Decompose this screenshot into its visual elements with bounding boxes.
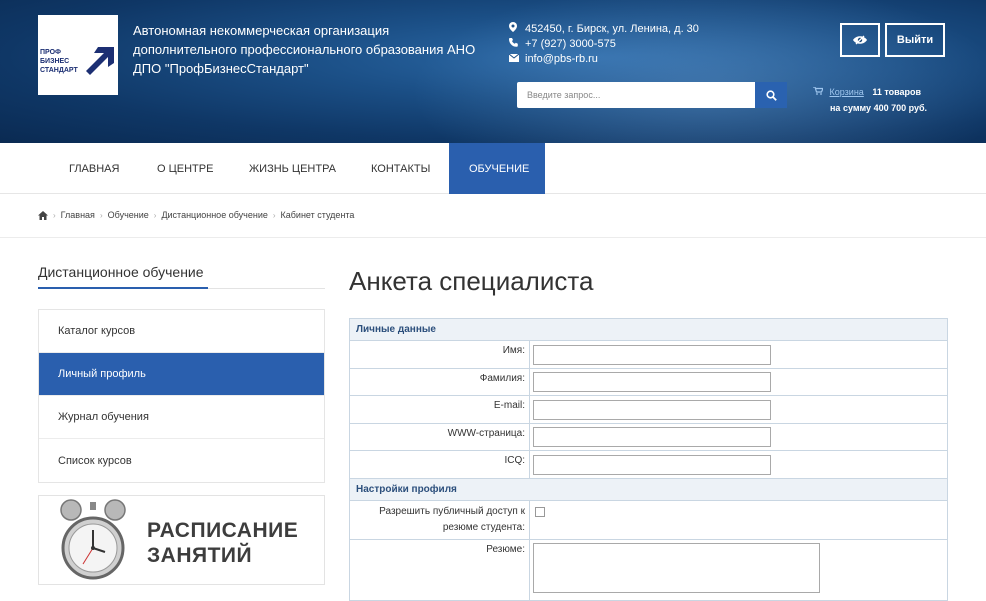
email-label: E-mail: [350,396,530,423]
form-row: ICQ: [350,451,947,479]
public-access-checkbox[interactable] [535,506,545,517]
icq-field[interactable] [533,454,771,475]
last-name-label: Фамилия: [350,368,530,395]
form-row: E-mail: [350,396,947,424]
divider [0,237,986,238]
schedule-banner-text: РАСПИСАНИЕ ЗАНЯТИЙ [147,518,298,568]
sidebar-item-catalog[interactable]: Каталог курсов [39,310,324,353]
logo[interactable]: ПРОФ БИЗНЕС СТАНДАРТ [38,15,118,95]
sidebar-menu: Каталог курсов Личный профиль Журнал обу… [38,309,325,483]
logo-line-2: БИЗНЕС [40,58,70,65]
org-name: Автономная некоммерческая организация до… [133,23,476,76]
alarm-clock-icon [60,499,126,580]
first-name-field[interactable] [533,344,771,365]
icq-label: ICQ: [350,451,530,478]
nav-item-contacts[interactable]: КОНТАКТЫ [351,143,450,194]
section-profile-settings: Настройки профиля [350,478,947,501]
form-row: Имя: [350,341,947,369]
search-icon [765,89,777,101]
breadcrumb-separator: › [153,210,157,220]
logo-text: ПРОФ БИЗНЕС СТАНДАРТ [40,48,78,75]
address: 452450, г. Бирск, ул. Ленина, д. 30 [525,23,699,35]
www-label: WWW-страница: [350,423,530,450]
sidebar-title-underline [38,287,325,289]
cart-count: 11 товаров [872,87,922,97]
resume-textarea[interactable] [533,542,820,593]
first-name-label: Имя: [350,341,530,368]
logout-button[interactable]: Выйти [885,23,945,57]
search-input[interactable] [517,82,755,108]
contacts: 452450, г. Бирск, ул. Ленина, д. 30 +7 (… [508,22,699,67]
cart-icon [813,86,824,95]
cart-sum-prefix: на сумму [830,103,872,113]
search-button[interactable] [755,82,787,108]
phone-icon [509,37,525,52]
nav-item-education[interactable]: ОБУЧЕНИЕ [449,143,545,194]
banner-line-1: РАСПИСАНИЕ [147,519,299,542]
home-icon[interactable] [38,210,48,220]
logo-arrow-icon [86,47,114,75]
accessibility-button[interactable] [840,23,880,57]
phone[interactable]: +7 (927) 3000-575 [525,37,616,52]
email-field[interactable] [533,399,771,420]
page-title: Анкета специалиста [349,266,594,296]
logo-line-1: ПРОФ [40,49,62,56]
email[interactable]: info@pbs-rb.ru [525,52,598,67]
breadcrumb-item[interactable]: Обучение [108,210,149,220]
cart-summary: Корзина 11 товаров на сумму 400 700 руб. [813,84,927,116]
breadcrumb-item[interactable]: Дистанционное обучение [161,210,267,220]
www-field[interactable] [533,427,771,447]
cart-sum: 400 700 руб. [873,103,928,113]
schedule-banner[interactable]: РАСПИСАНИЕ ЗАНЯТИЙ [38,495,325,585]
form-row: Резюме: [350,539,947,600]
nav-item-about[interactable]: О ЦЕНТРЕ [137,143,233,194]
breadcrumb-item[interactable]: Главная [61,210,95,220]
section-personal-data: Личные данные [350,319,947,341]
form-row: Фамилия: [350,368,947,396]
logo-line-3: СТАНДАРТ [40,67,78,74]
breadcrumb-separator: › [53,210,56,220]
breadcrumb: › Главная › Обучение › Дистанционное обу… [38,210,354,220]
sidebar-item-courses[interactable]: Список курсов [39,439,324,482]
public-access-label: Разрешить публичный доступ к резюме студ… [350,500,530,539]
sidebar-item-journal[interactable]: Журнал обучения [39,396,324,439]
form-row: Разрешить публичный доступ к резюме студ… [350,500,947,540]
last-name-field[interactable] [533,372,771,392]
main-nav: ГЛАВНАЯ О ЦЕНТРЕ ЖИЗНЬ ЦЕНТРА КОНТАКТЫ О… [0,143,986,194]
cart-link[interactable]: Корзина [830,87,864,97]
site-header: ПРОФ БИЗНЕС СТАНДАРТ Автономная некоммер… [0,0,986,143]
envelope-icon [508,52,525,67]
resume-label: Резюме: [350,539,530,600]
nav-item-life[interactable]: ЖИЗНЬ ЦЕНТРА [229,143,356,194]
form-row: WWW-страница: [350,423,947,451]
specialist-form: Личные данные Имя: Фамилия: E-mail: WWW-… [349,318,948,601]
nav-item-home[interactable]: ГЛАВНАЯ [49,143,139,194]
map-pin-icon [509,22,525,37]
breadcrumb-item-current: Кабинет студента [280,210,355,220]
sidebar-item-profile[interactable]: Личный профиль [39,353,324,396]
sidebar-title: Дистанционное обучение [38,264,204,280]
banner-line-2: ЗАНЯТИЙ [147,544,253,567]
eye-icon [853,35,867,45]
breadcrumb-separator: › [272,210,276,220]
breadcrumb-separator: › [99,210,103,220]
